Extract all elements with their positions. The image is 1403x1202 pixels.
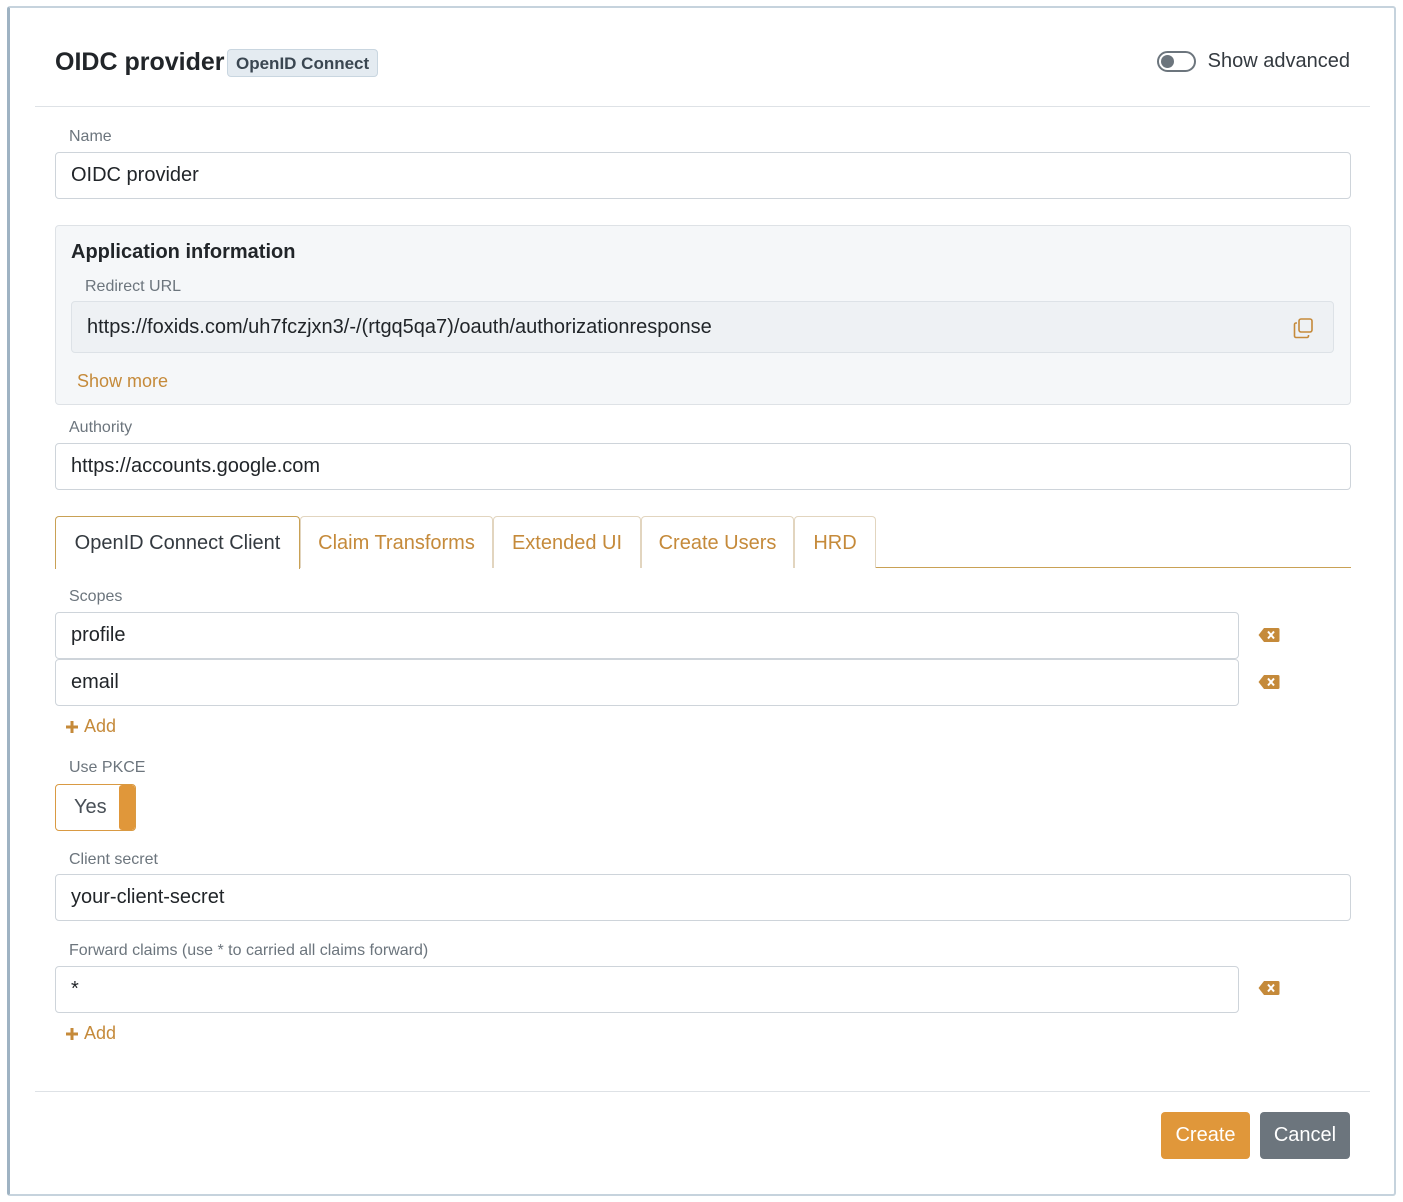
redirect-url-value: https://foxids.com/uh7fczjxn3/-/(rtgq5qa… [87, 316, 712, 338]
create-button[interactable]: Create [1161, 1112, 1250, 1159]
tab-openid-connect-client[interactable]: OpenID Connect Client [55, 516, 300, 569]
cancel-button[interactable]: Cancel [1260, 1112, 1350, 1159]
authority-field[interactable]: https://accounts.google.com [55, 443, 1351, 490]
authority-label: Authority [69, 419, 133, 436]
name-label: Name [69, 128, 112, 145]
plus-icon [66, 720, 78, 733]
tab-hrd[interactable]: HRD [794, 516, 876, 568]
protocol-badge: OpenID Connect [227, 49, 379, 77]
use-pkce-value: Yes [74, 796, 107, 818]
forward-claim-field[interactable]: * [55, 966, 1239, 1013]
plus-icon [66, 1027, 78, 1040]
tab-create-users[interactable]: Create Users [641, 516, 794, 568]
remove-scope-icon[interactable] [1258, 627, 1280, 643]
modal-dialog: OIDC provider OpenID Connect Show advanc… [7, 6, 1396, 1196]
tab-extended-ui[interactable]: Extended UI [493, 516, 641, 568]
application-information-panel: Application information Redirect URL htt… [55, 225, 1351, 405]
remove-claim-icon[interactable] [1258, 980, 1280, 996]
show-more-link[interactable]: Show more [77, 371, 168, 392]
redirect-url-field[interactable]: https://foxids.com/uh7fczjxn3/-/(rtgq5qa… [71, 301, 1334, 353]
show-advanced-toggle[interactable]: Show advanced [1156, 50, 1350, 73]
scopes-label: Scopes [69, 588, 123, 605]
modal-header: OIDC provider OpenID Connect Show advanc… [35, 8, 1370, 107]
show-advanced-label: Show advanced [1207, 50, 1350, 72]
remove-scope-icon[interactable] [1258, 674, 1280, 690]
add-claim-label: Add [84, 1023, 117, 1043]
add-scope-label: Add [84, 716, 117, 736]
name-field[interactable]: OIDC provider [55, 152, 1351, 199]
use-pkce-label: Use PKCE [69, 759, 146, 776]
forward-claims-label: Forward claims (use * to carried all cla… [69, 942, 429, 959]
tab-claim-transforms[interactable]: Claim Transforms [300, 516, 493, 568]
tab-bar: OpenID Connect Client Claim Transforms E… [55, 516, 1351, 569]
scope-field[interactable]: email [55, 659, 1239, 706]
application-information-title: Application information [71, 241, 296, 263]
redirect-url-label: Redirect URL [85, 278, 182, 295]
toggle-switch[interactable] [1156, 51, 1196, 72]
footer-divider [35, 1091, 1370, 1092]
add-claim-button[interactable]: Add [64, 1023, 116, 1044]
toggle-handle [119, 785, 135, 830]
use-pkce-toggle[interactable]: Yes [55, 784, 136, 831]
scope-field[interactable]: profile [55, 612, 1239, 659]
toggle-knob [1160, 55, 1174, 68]
client-secret-label: Client secret [69, 851, 158, 868]
add-scope-button[interactable]: Add [64, 716, 116, 737]
client-secret-field[interactable]: your-client-secret [55, 874, 1351, 921]
page-title: OIDC provider [55, 48, 225, 76]
copy-icon[interactable] [1293, 317, 1315, 339]
